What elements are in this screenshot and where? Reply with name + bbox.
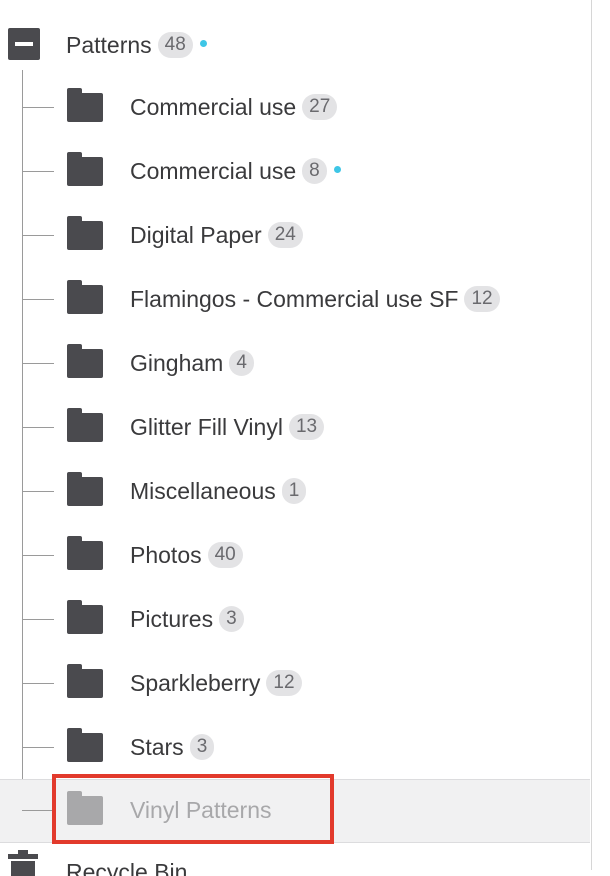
count-badge: 13 [288,413,325,440]
root-label-text: Patterns [66,32,152,58]
tree-connector [22,427,54,428]
new-items-dot [199,40,207,48]
panel-divider [591,0,592,870]
tree-item-label: Stars 3 [130,732,215,762]
tree-connector [22,810,54,811]
folder-icon [67,664,103,698]
tree-item-label: Sparkleberry 12 [130,668,302,698]
tree-root-recycle-bin[interactable]: Recycle Bin [0,846,590,876]
trash-icon [8,850,38,876]
tree-item-glitter-fill-vinyl[interactable]: Glitter Fill Vinyl 13 [0,396,590,460]
folder-icon [67,408,103,442]
tree-item-photos[interactable]: Photos 40 [0,524,590,588]
folder-icon [67,728,103,762]
folder-icon [67,472,103,506]
tree-item-label: Glitter Fill Vinyl 13 [130,412,325,442]
tree-item-label: Pictures 3 [130,604,244,634]
folder-icon [67,344,103,378]
count-badge: 8 [302,157,327,184]
tree-root-label: Recycle Bin [66,859,188,876]
folder-icon [67,152,103,186]
folder-icon [67,600,103,634]
tree-item-label: Miscellaneous 1 [130,476,307,506]
highlight-box [52,774,334,844]
count-badge: 40 [207,541,243,568]
tree-connector [22,107,54,108]
tree-connector [22,619,54,620]
count-badge: 12 [464,285,500,312]
tree-connector [22,491,54,492]
folder-icon [67,88,103,122]
tree-connector [22,555,54,556]
tree-connector [22,171,54,172]
tree-connector [22,235,54,236]
tree-connector [22,747,54,748]
count-badge: 3 [189,733,215,760]
count-badge: 4 [229,349,254,376]
tree-item-digital-paper[interactable]: Digital Paper 24 [0,204,590,268]
count-badge: 1 [281,477,307,504]
count-badge: 12 [266,669,302,696]
tree-item-commercial-use[interactable]: Commercial use 27 [0,76,590,140]
count-badge: 24 [267,221,303,248]
folder-icon [67,216,103,250]
tree-root-label: Patterns 48 [66,30,207,60]
folder-icon [67,280,103,314]
tree-item-commercial-use-2[interactable]: Commercial use 8 [0,140,590,204]
tree-connector [22,299,54,300]
tree-item-label: Flamingos - Commercial use SF 12 [130,284,500,314]
tree-item-stars[interactable]: Stars 3 [0,716,590,780]
tree-item-label: Commercial use 27 [130,92,338,122]
count-badge: 48 [157,31,193,58]
count-badge: 27 [302,93,338,120]
tree-item-pictures[interactable]: Pictures 3 [0,588,590,652]
tree-item-gingham[interactable]: Gingham 4 [0,332,590,396]
tree-item-flamingos[interactable]: Flamingos - Commercial use SF 12 [0,268,590,332]
tree-root-patterns[interactable]: Patterns 48 [0,18,590,72]
tree-item-label: Commercial use 8 [130,156,341,186]
tree-item-label: Photos 40 [130,540,243,570]
tree-connector [22,683,54,684]
tree-item-miscellaneous[interactable]: Miscellaneous 1 [0,460,590,524]
folder-icon [67,536,103,570]
count-badge: 3 [219,605,244,632]
tree-item-label: Digital Paper 24 [130,220,303,250]
collapse-icon[interactable] [8,28,40,60]
new-items-dot [333,166,341,174]
tree-item-label: Gingham 4 [130,348,254,378]
tree-connector [22,363,54,364]
tree-item-sparkleberry[interactable]: Sparkleberry 12 [0,652,590,716]
